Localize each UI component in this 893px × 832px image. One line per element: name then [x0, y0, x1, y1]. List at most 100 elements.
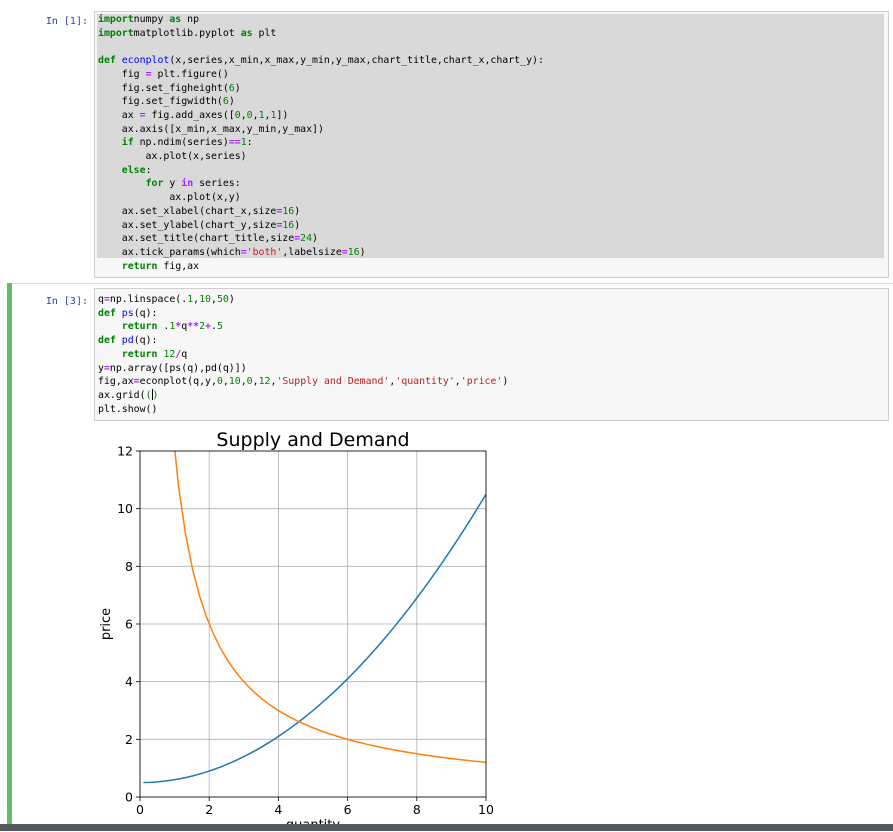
- code-token: ): [228, 96, 235, 108]
- code-token: np.linspace(.: [109, 294, 188, 305]
- y-tick-label: 6: [125, 617, 133, 632]
- code-line: return .1*q**2+.5: [98, 321, 223, 332]
- x-tick-label: 8: [413, 802, 421, 817]
- code-token: q: [181, 348, 188, 360]
- code-line: fig = plt.figure(): [98, 69, 229, 80]
- code-token: 12: [258, 376, 271, 388]
- code-token: ): [312, 233, 318, 245]
- code-token: ,labelsize: [282, 246, 342, 258]
- code-token: 12: [163, 348, 176, 360]
- code-line: ax.plot(x,series): [98, 151, 247, 162]
- code-token: ): [234, 82, 241, 94]
- code-line: ax = fig.add_axes([0,0,1,1]): [98, 109, 289, 121]
- code-text[interactable]: importnumpy as np importmatplotlib.pyplo…: [98, 13, 544, 273]
- code-token: ps: [121, 307, 134, 319]
- code-token: ax.set_title(chart_title,size: [98, 233, 295, 245]
- code-cell-1[interactable]: In [1]: importnumpy as np importmatplotl…: [0, 0, 893, 280]
- code-token: ): [152, 389, 159, 401]
- code-token: if: [121, 137, 134, 149]
- code-token: as: [169, 14, 182, 25]
- status-bar: [0, 824, 893, 831]
- code-token: fig.add_axes([: [145, 109, 235, 121]
- code-token: as: [240, 27, 253, 39]
- code-token: fig.set_figheight(: [98, 82, 229, 94]
- code-token: econplot: [121, 55, 170, 67]
- code-line: ax.axis([x_min,x_max,y_min,y_max]): [98, 124, 324, 135]
- code-token: np: [181, 14, 200, 25]
- code-token: return: [121, 260, 158, 272]
- code-token: pd: [121, 335, 134, 347]
- x-tick-label: 6: [344, 802, 352, 817]
- code-token: ]): [276, 109, 289, 121]
- code-token: econplot(q,y,: [139, 376, 217, 388]
- code-line: ax.set_ylabel(chart_y,size=16): [98, 220, 300, 231]
- x-tick-label: 4: [274, 802, 282, 817]
- code-line: def econplot(x,series,x_min,x_max,y_min,…: [98, 55, 544, 66]
- code-token: numpy: [133, 14, 170, 25]
- code-token: for: [145, 178, 164, 190]
- code-token: np.array([ps(q),pd(q)]): [109, 362, 247, 374]
- code-line: fig.set_figheight(6): [98, 83, 241, 94]
- code-token: ax.plot(x,series): [98, 151, 247, 163]
- code-token: 16: [282, 205, 295, 217]
- code-token: def: [98, 307, 116, 319]
- code-token: ): [228, 294, 235, 305]
- code-token: series:: [193, 178, 241, 190]
- cell-prompt: In [3]:: [45, 296, 88, 307]
- code-token: 'Supply and Demand': [276, 376, 390, 388]
- code-token: in: [181, 178, 194, 190]
- y-tick-label: 10: [117, 501, 133, 516]
- chart-title: Supply and Demand: [216, 429, 409, 451]
- code-token: plt: [252, 27, 277, 39]
- code-line: fig,ax=econplot(q,y,0,10,0,12,'Supply an…: [98, 376, 508, 387]
- code-editor[interactable]: q=np.linspace(.1,10,50) def ps(q): retur…: [94, 288, 889, 421]
- code-token: (x,series,x_min,x_max,y_min,y_max,chart_…: [169, 55, 544, 67]
- code-token: ): [359, 246, 366, 258]
- y-axis-label: price: [99, 608, 114, 640]
- cell-prompt: In [1]:: [45, 16, 88, 27]
- code-token: import: [98, 14, 134, 25]
- x-tick-label: 0: [136, 802, 144, 817]
- code-token: plt.show(): [98, 403, 158, 415]
- code-token: fig,ax: [157, 260, 200, 272]
- code-token: :: [145, 164, 152, 176]
- code-cell-3[interactable]: In [3]: q=np.linspace(.1,10,50) def ps(q…: [0, 283, 893, 832]
- code-line: if np.ndim(series)==1:: [98, 137, 253, 148]
- code-token: y: [163, 178, 182, 190]
- code-text[interactable]: q=np.linspace(.1,10,50) def ps(q): retur…: [98, 293, 508, 416]
- code-token: def: [98, 335, 116, 347]
- y-tick-label: 2: [125, 732, 133, 747]
- code-token: ): [502, 376, 509, 388]
- code-token: else: [121, 164, 146, 176]
- code-token: plt.figure(): [151, 68, 229, 80]
- code-line: return fig,ax: [98, 261, 199, 272]
- code-token: .: [157, 321, 170, 333]
- code-line: ax.set_title(chart_title,size=24): [98, 233, 318, 244]
- code-line: ax.tick_params(which='both',labelsize=16…: [98, 247, 366, 258]
- code-token: **: [187, 321, 200, 333]
- code-token: ): [294, 205, 301, 217]
- code-token: return: [121, 348, 158, 360]
- code-token: matplotlib.pyplot: [133, 27, 241, 39]
- code-token: 5: [216, 321, 223, 333]
- code-editor[interactable]: importnumpy as np importmatplotlib.pyplo…: [94, 11, 889, 278]
- code-line: ax.grid((): [98, 388, 159, 401]
- x-tick-label: 10: [478, 802, 494, 817]
- code-token: 'both': [246, 246, 283, 258]
- code-token: fig.set_figwidth(: [98, 96, 223, 108]
- code-token: return: [121, 321, 158, 333]
- code-token: ax.plot(x,y): [98, 192, 241, 204]
- selected-cell-indicator: [7, 283, 12, 831]
- y-tick-label: 0: [125, 790, 133, 805]
- supply-demand-chart: 0246810024681012Supply and Demandquantit…: [99, 429, 494, 832]
- cell-output: 0246810024681012Supply and Demandquantit…: [94, 424, 514, 832]
- code-token: fig: [98, 68, 146, 80]
- code-token: import: [98, 27, 134, 39]
- code-token: 24: [300, 233, 313, 245]
- code-line: for y in series:: [98, 178, 241, 189]
- code-token: 10: [199, 294, 211, 305]
- code-token: 16: [347, 246, 360, 258]
